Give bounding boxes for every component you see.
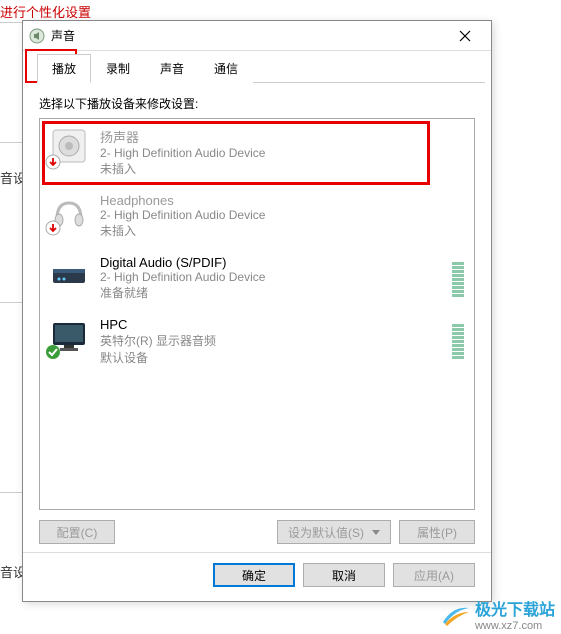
- headphones-icon: [50, 193, 88, 231]
- watermark-logo-icon: [441, 602, 471, 626]
- device-name: Digital Audio (S/PDIF): [100, 255, 446, 270]
- spdif-icon: [50, 255, 88, 293]
- tab-sounds[interactable]: 声音: [145, 54, 199, 83]
- sound-dialog: 声音 播放 录制 声音 通信 选择以下播放设备来修改设置:: [22, 20, 492, 602]
- button-label: 属性(P): [417, 524, 457, 541]
- sound-icon: [29, 28, 45, 44]
- action-button-row: 配置(C) 设为默认值(S) 属性(P): [39, 520, 475, 544]
- check-overlay-icon: [45, 344, 61, 360]
- set-default-button[interactable]: 设为默认值(S): [277, 520, 391, 544]
- device-subtitle: 2- High Definition Audio Device: [100, 270, 446, 284]
- tab-label: 播放: [52, 62, 76, 76]
- device-subtitle: 英特尔(R) 显示器音频: [100, 332, 446, 349]
- device-name: HPC: [100, 317, 446, 332]
- tab-communications[interactable]: 通信: [199, 54, 253, 83]
- device-name: Headphones: [100, 193, 464, 208]
- ok-button[interactable]: 确定: [213, 563, 295, 587]
- configure-button[interactable]: 配置(C): [39, 520, 115, 544]
- watermark: 极光下载站 www.xz7.com: [441, 596, 555, 632]
- device-name: 扬声器: [100, 127, 464, 146]
- tab-playback[interactable]: 播放: [37, 54, 91, 83]
- button-label: 应用(A): [414, 567, 454, 584]
- instruction-text: 选择以下播放设备来修改设置:: [39, 95, 475, 112]
- apply-button[interactable]: 应用(A): [393, 563, 475, 587]
- tab-label: 录制: [106, 62, 130, 76]
- background-text: 进行个性化设置: [0, 2, 91, 21]
- arrow-down-overlay-icon: [45, 220, 61, 236]
- device-status: 默认设备: [100, 349, 446, 366]
- close-icon: [459, 30, 471, 42]
- device-status: 未插入: [100, 160, 464, 177]
- monitor-icon: [50, 317, 88, 355]
- close-button[interactable]: [445, 22, 485, 50]
- watermark-name: 极光下载站: [475, 602, 555, 619]
- tab-label: 通信: [214, 62, 238, 76]
- device-list[interactable]: 扬声器 2- High Definition Audio Device 未插入 …: [39, 118, 475, 510]
- device-status: 未插入: [100, 222, 464, 239]
- dialog-title: 声音: [51, 27, 445, 44]
- watermark-url: www.xz7.com: [475, 620, 555, 632]
- tab-recording[interactable]: 录制: [91, 54, 145, 83]
- cancel-button[interactable]: 取消: [303, 563, 385, 587]
- button-label: 配置(C): [57, 524, 98, 541]
- device-item-spdif[interactable]: Digital Audio (S/PDIF) 2- High Definitio…: [40, 247, 474, 309]
- button-label: 设为默认值(S): [288, 524, 364, 541]
- arrow-down-overlay-icon: [45, 154, 61, 170]
- dialog-footer: 确定 取消 应用(A): [23, 552, 491, 601]
- speaker-icon: [50, 127, 88, 165]
- device-item-speakers[interactable]: 扬声器 2- High Definition Audio Device 未插入: [40, 119, 474, 185]
- device-item-headphones[interactable]: Headphones 2- High Definition Audio Devi…: [40, 185, 474, 247]
- button-label: 确定: [242, 567, 266, 584]
- device-item-hpc[interactable]: HPC 英特尔(R) 显示器音频 默认设备: [40, 309, 474, 374]
- background-sidebar: [0, 20, 20, 620]
- tab-content: 选择以下播放设备来修改设置: 扬声器 2- High Definition Au…: [23, 83, 491, 552]
- button-label: 取消: [332, 567, 356, 584]
- properties-button[interactable]: 属性(P): [399, 520, 475, 544]
- tabs: 播放 录制 声音 通信: [29, 53, 485, 83]
- level-meter: [452, 317, 464, 359]
- device-subtitle: 2- High Definition Audio Device: [100, 146, 464, 160]
- level-meter: [452, 255, 464, 297]
- titlebar: 声音: [23, 21, 491, 51]
- device-status: 准备就绪: [100, 284, 446, 301]
- tab-label: 声音: [160, 62, 184, 76]
- device-subtitle: 2- High Definition Audio Device: [100, 208, 464, 222]
